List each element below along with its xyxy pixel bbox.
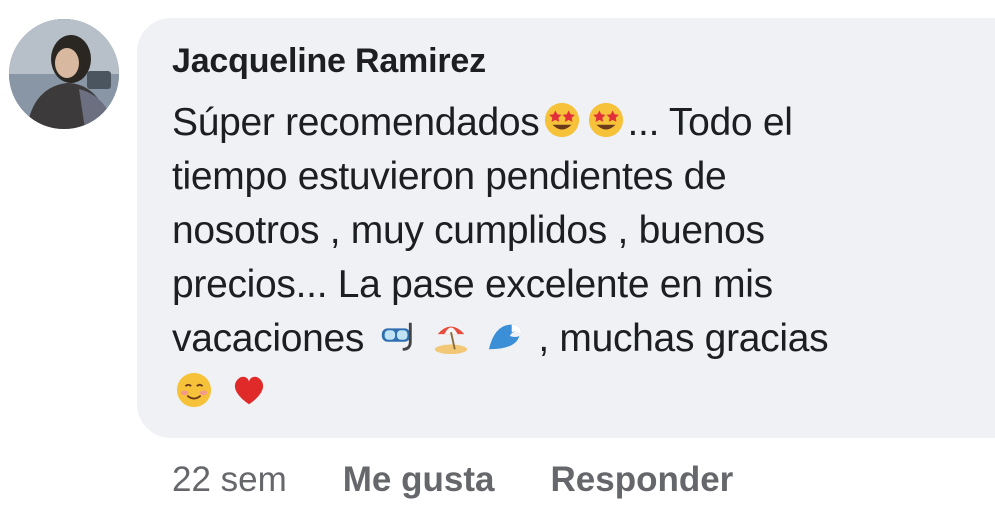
wave-icon xyxy=(487,317,525,355)
comment-line: Súper recomendados ... Todo el xyxy=(172,96,962,150)
comment-actions: 22 sem Me gusta Responder xyxy=(172,460,733,500)
comment-line: tiempo estuvieron pendientes de xyxy=(172,155,727,198)
comment-line: nosotros , muy cumplidos , buenos xyxy=(172,209,765,252)
star-struck-icon xyxy=(587,101,625,139)
reply-button[interactable]: Responder xyxy=(550,460,733,500)
beach-umbrella-icon xyxy=(432,317,470,355)
like-button[interactable]: Me gusta xyxy=(343,460,495,500)
comment-text: Súper recomendados ... Todo el tiempo est… xyxy=(172,96,962,420)
smiling-face-icon xyxy=(175,371,213,409)
comment-line: precios... La pase excelente en mis xyxy=(172,263,773,306)
diving-mask-icon xyxy=(378,317,416,355)
comment: Jacqueline Ramirez Súper recomendados...… xyxy=(0,0,995,531)
text-segment: ... Todo el xyxy=(627,101,793,144)
profile-photo-icon xyxy=(9,19,119,129)
text-segment: vacaciones xyxy=(172,317,365,360)
star-struck-icon xyxy=(543,101,581,139)
red-heart-icon xyxy=(230,371,268,409)
text-segment: Súper recomendados xyxy=(172,101,540,144)
timestamp[interactable]: 22 sem xyxy=(172,460,287,500)
comment-line xyxy=(172,366,962,420)
comment-author[interactable]: Jacqueline Ramirez xyxy=(172,42,486,81)
avatar[interactable] xyxy=(9,19,119,129)
comment-line: vacaciones , muchas gracias xyxy=(172,312,962,366)
text-segment: , muchas gracias xyxy=(538,317,829,360)
